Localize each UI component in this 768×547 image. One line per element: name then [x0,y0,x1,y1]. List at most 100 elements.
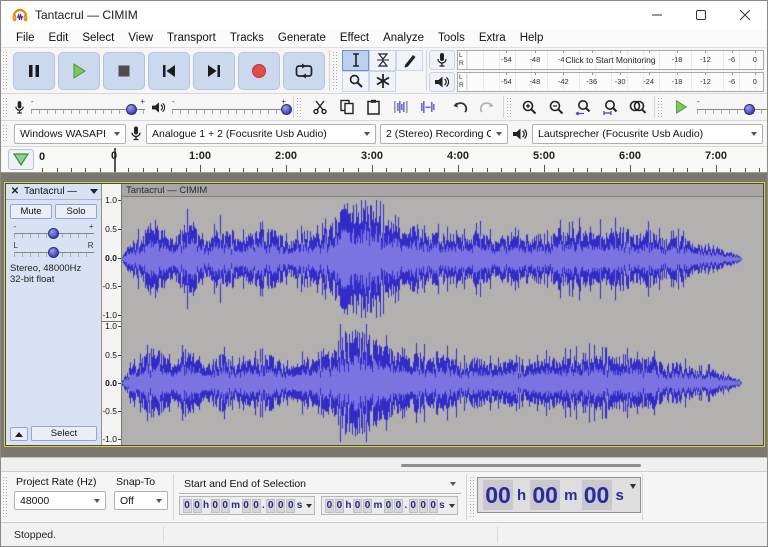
play-button[interactable] [58,52,100,90]
play-at-speed-grip[interactable] [657,97,664,117]
pinned-playhead-button[interactable] [8,149,34,170]
paste-button[interactable] [361,96,386,118]
menu-file[interactable]: File [9,30,42,46]
track-title[interactable]: Tantacrul — [24,186,77,197]
zoom-toggle-button[interactable] [625,96,650,118]
zoom-toolbar-grip[interactable] [506,97,513,117]
device-toolbar-grip[interactable] [2,124,9,143]
selection-toolbar-grip[interactable] [2,476,9,518]
recording-meter: LR -54-48-42-36-30-24-18-12-60 Click to … [429,49,764,70]
silence-audio-button[interactable] [415,96,440,118]
recording-channels-dropdown[interactable]: 2 (Stereo) Recording Channels [380,124,508,144]
cut-button[interactable] [307,96,332,118]
menu-transport[interactable]: Transport [160,30,223,46]
menu-edit[interactable]: Edit [42,30,76,46]
copy-button[interactable] [334,96,359,118]
transport-toolbar [10,48,328,93]
tools-toolbar-grip[interactable] [332,51,339,90]
multi-tool-button[interactable] [369,71,396,92]
project-rate-dropdown[interactable]: 48000 [14,491,106,510]
scrollbar-thumb[interactable] [401,464,641,467]
zoom-toolbar [514,94,653,120]
menu-view[interactable]: View [121,30,160,46]
chevron-down-icon [450,482,456,486]
recording-volume-slider[interactable]: -+ [29,97,147,117]
playback-meter-scale[interactable]: LR -54-48-42-36-30-24-18-12-60 [457,72,764,92]
menu-analyze[interactable]: Analyze [376,30,431,46]
monitoring-hint[interactable]: Click to Start Monitoring [563,55,657,65]
waveform-channel-left[interactable] [122,197,763,321]
playback-volume-icon [151,101,166,114]
undo-button[interactable] [447,96,472,118]
chevron-down-icon [496,132,502,136]
speaker-icon[interactable] [429,72,455,92]
pause-button[interactable] [13,52,55,90]
snap-to-dropdown[interactable]: Off [114,491,168,510]
menu-effect[interactable]: Effect [333,30,376,46]
edit-toolbar-grip[interactable] [296,97,303,117]
zoom-tool-button[interactable] [342,71,369,92]
mixer-toolbar: -+ -+ [10,94,292,120]
waveform-channel-right[interactable] [122,321,763,445]
track-close-button[interactable]: ✕ [9,186,21,197]
skip-to-end-button[interactable] [193,52,235,90]
menu-generate[interactable]: Generate [271,30,333,46]
edit-toolbar [304,94,502,120]
play-speed-slider[interactable]: -+ [695,97,768,117]
minimize-button[interactable] [635,1,679,29]
toolbar-row-device: Windows WASAPI Analogue 1 + 2 (Focusrite… [1,121,767,147]
playback-volume-slider[interactable]: -+ [170,97,288,117]
selection-mode-dropdown[interactable]: Start and End of Selection [179,475,461,494]
maximize-button[interactable] [679,1,723,29]
audio-track: ✕ Tantacrul — Mute Solo -+ LR [5,183,764,446]
selection-tool-button[interactable] [342,50,369,71]
loop-button[interactable] [283,52,325,90]
stop-button[interactable] [103,52,145,90]
recording-meter-scale[interactable]: LR -54-48-42-36-30-24-18-12-60 Click to … [457,50,764,70]
skip-to-start-button[interactable] [148,52,190,90]
pan-slider[interactable]: LR [12,241,96,259]
audio-position-counter[interactable]: 00h00m00s [477,477,641,513]
zoom-out-button[interactable] [544,96,569,118]
mute-button[interactable]: Mute [10,204,52,219]
clip-title-bar[interactable]: Tantacrul — CIMIM [122,184,763,197]
fit-project-button[interactable] [598,96,623,118]
chevron-down-icon [751,132,757,136]
mixer-toolbar-grip[interactable] [2,97,9,117]
gain-slider[interactable]: -+ [12,222,96,240]
menu-tracks[interactable]: Tracks [223,30,271,46]
track-menu-caret-icon[interactable] [90,189,98,194]
menu-extra[interactable]: Extra [472,30,513,46]
time-toolbar-grip[interactable] [469,476,476,518]
microphone-icon[interactable] [429,50,455,70]
selection-range-section: Start and End of Selection 00h00m00.000s… [175,472,465,522]
selection-end-counter[interactable]: 00h00m00.000s [321,496,457,515]
timeline-ruler[interactable]: 0 01:002:003:004:005:006:007:00 [1,147,767,173]
redo-button[interactable] [474,96,499,118]
chevron-down-icon [364,132,370,136]
menu-tools[interactable]: Tools [431,30,472,46]
selection-start-counter[interactable]: 00h00m00.000s [179,496,315,515]
recording-device-dropdown[interactable]: Analogue 1 + 2 (Focusrite Usb Audio) [146,124,376,144]
envelope-tool-button[interactable] [369,50,396,71]
menu-help[interactable]: Help [513,30,551,46]
zoom-in-button[interactable] [517,96,542,118]
recording-volume-thumb[interactable] [126,104,137,115]
vertical-ruler[interactable]: 1.00.50.0-0.5-1.0 1.00.50.0-0.5-1.0 [102,184,122,445]
draw-tool-button[interactable] [396,50,423,71]
transport-toolbar-grip[interactable] [2,51,9,90]
audio-host-dropdown[interactable]: Windows WASAPI [14,124,126,144]
menu-select[interactable]: Select [75,30,121,46]
playback-device-dropdown[interactable]: Lautsprecher (Focusrite Usb Audio) [532,124,763,144]
track-select-button[interactable]: Select [31,426,97,441]
horizontal-scrollbar[interactable] [1,457,767,471]
close-button[interactable] [723,1,767,29]
collapse-track-button[interactable] [10,427,28,441]
solo-button[interactable]: Solo [55,204,97,219]
track-area[interactable]: ✕ Tantacrul — Mute Solo -+ LR [1,173,767,457]
record-button[interactable] [238,52,280,90]
play-at-speed-button[interactable] [668,96,693,118]
playback-volume-thumb[interactable] [281,104,292,115]
trim-audio-button[interactable] [388,96,413,118]
zoom-selection-button[interactable] [571,96,596,118]
